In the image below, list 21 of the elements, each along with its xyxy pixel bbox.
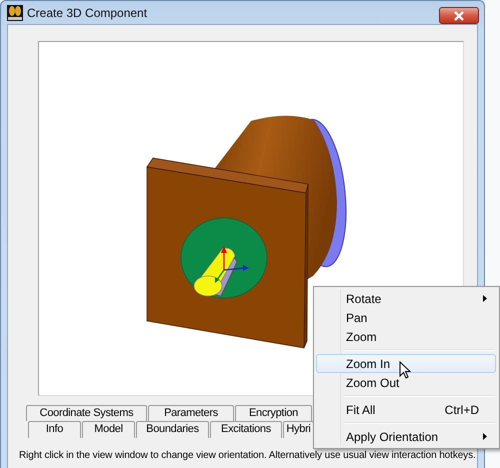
window-title: Create 3D Component — [27, 6, 148, 20]
tab[interactable]: Parameters — [148, 405, 234, 421]
tab[interactable]: Boundaries — [136, 421, 209, 438]
close-button[interactable] — [439, 7, 479, 24]
menu-item[interactable]: Zoom — [316, 327, 496, 346]
menu-item[interactable]: Zoom Out — [316, 373, 496, 392]
tab[interactable]: Coordinate Systems — [26, 405, 147, 421]
status-text: Right click in the view window to change view orientation. Alternatively use usual view interaction hotkeys. — [19, 450, 476, 462]
menu-item[interactable]: Apply Orientation — [316, 427, 496, 446]
tab[interactable]: Info — [28, 421, 81, 438]
mouse-pointer-icon — [399, 361, 411, 380]
menu-item[interactable]: Pan — [316, 308, 496, 327]
menu-item[interactable]: Zoom In — [316, 354, 496, 373]
menu-item[interactable]: Rotate — [316, 289, 496, 308]
app-logo-icon — [7, 4, 23, 20]
tab[interactable]: Excitations — [210, 421, 282, 438]
tab[interactable]: Hybri — [283, 421, 314, 438]
tab[interactable]: Encryption — [235, 405, 312, 421]
close-icon — [453, 10, 465, 20]
menu-item[interactable]: Fit All Ctrl+D — [316, 400, 496, 419]
tab[interactable]: Model — [82, 421, 135, 438]
